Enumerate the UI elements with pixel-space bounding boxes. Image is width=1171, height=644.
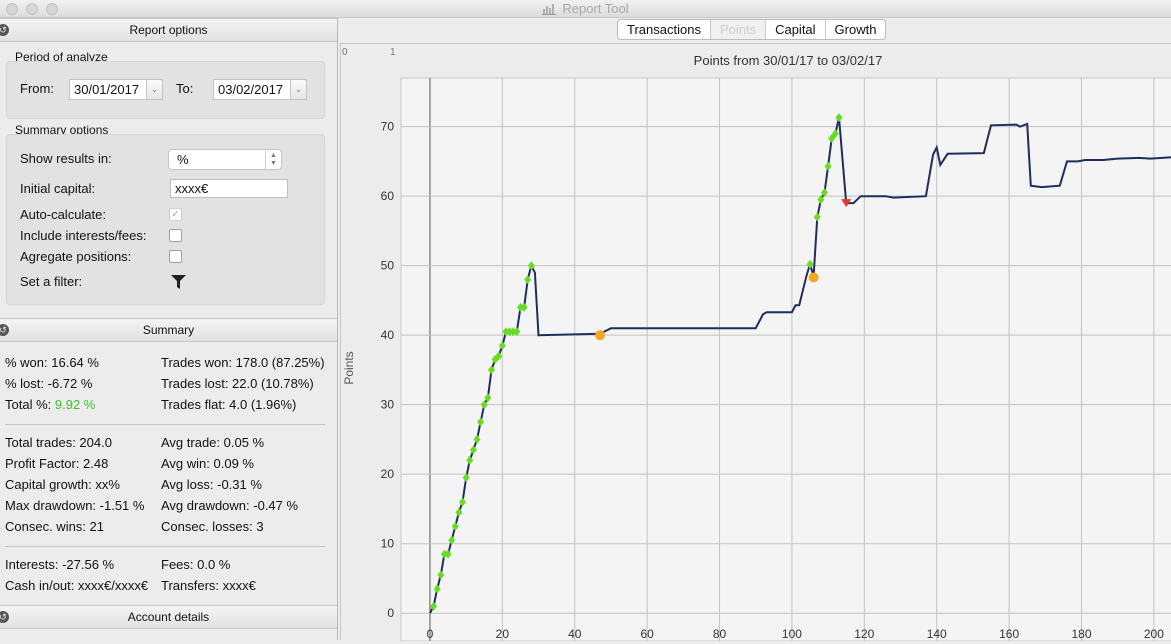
divider [5, 424, 325, 425]
cash-inout: Cash in/out: xxxx€/xxxx€ [5, 578, 149, 593]
x-tick-label: 80 [713, 627, 727, 641]
left-panel: ↺ Report options Period of analyze From:… [0, 18, 338, 640]
collapse-icon[interactable]: ↺ [0, 611, 9, 623]
from-date-dropdown-icon[interactable]: ⌄ [146, 79, 163, 100]
x-tick-label: 60 [640, 627, 654, 641]
from-date-value: 30/01/2017 [74, 82, 140, 97]
x-tick-label: 40 [568, 627, 582, 641]
aggregate-checkbox[interactable] [169, 250, 182, 263]
x-tick-label: 120 [854, 627, 874, 641]
y-tick-label: 60 [381, 189, 395, 203]
points-chart[interactable]: 0 1 Points from 30/01/17 to 03/02/17 Poi… [341, 44, 1171, 642]
plot-area: 0 10 20 30 40 50 60 70 0 20 40 60 80 100 120 140 160 180 2… [381, 77, 1171, 642]
capital-growth: Capital growth: xx% [5, 477, 120, 492]
tab-growth[interactable]: Growth [826, 20, 886, 39]
y-tick-label: 10 [381, 537, 395, 551]
total-pct-value: 9.92 % [54, 397, 96, 412]
interests: Interests: -27.56 % [5, 557, 115, 572]
trades-won: Trades won: 178.0 (87.25%) [161, 355, 325, 370]
x-tick-label: 140 [927, 627, 947, 641]
lost-pct: % lost: -6.72 % [5, 376, 93, 391]
fees: Fees: 0.0 % [161, 557, 231, 572]
from-date-field[interactable]: 30/01/2017 ⌄ [69, 79, 163, 100]
initial-capital-value: xxxx€ [175, 181, 209, 196]
tab-points[interactable]: Points [710, 20, 767, 39]
x-tick-label: 180 [1071, 627, 1091, 641]
tab-capital[interactable]: Capital [766, 20, 826, 39]
initial-capital-label: Initial capital: [20, 181, 96, 196]
y-tick-label: 50 [381, 259, 395, 273]
summary-header[interactable]: ↺ Summary [0, 318, 337, 342]
account-details-title: Account details [127, 610, 210, 624]
right-panel: Transactions Points Capital Growth 0 1 P… [338, 18, 1171, 642]
total-trades: Total trades: 204.0 [5, 435, 112, 450]
x-tick-label: 160 [999, 627, 1019, 641]
y-axis-label: Points [342, 351, 356, 384]
avg-loss: Avg loss: -0.31 % [161, 477, 262, 492]
filter-label: Set a filter: [20, 274, 83, 289]
title-bar: Report Tool [0, 0, 1171, 18]
y-tick-label: 70 [381, 120, 395, 134]
aggregate-label: Agregate positions: [20, 249, 132, 264]
neutral-marker [595, 330, 606, 341]
updown-icon[interactable]: ▲ ▼ [265, 150, 281, 169]
to-label: To: [176, 81, 194, 96]
chart-app-icon [542, 3, 557, 18]
report-options-header[interactable]: ↺ Report options [0, 18, 337, 42]
neutral-marker [808, 272, 819, 283]
account-details-header[interactable]: ↺ Account details [0, 605, 337, 629]
x-tick-label: 0 [427, 627, 434, 641]
view-tabs: Transactions Points Capital Growth [617, 19, 887, 40]
show-results-select[interactable]: % ▲ ▼ [168, 149, 282, 170]
report-options-title: Report options [129, 23, 208, 37]
to-date-dropdown-icon[interactable]: ⌄ [290, 79, 307, 100]
divider [5, 546, 325, 547]
window-title-area: Report Tool [0, 1, 1171, 18]
corner-label-right: 1 [390, 47, 396, 58]
chart-title: Points from 30/01/17 to 03/02/17 [694, 53, 883, 68]
collapse-icon[interactable]: ↺ [0, 324, 9, 336]
collapse-icon[interactable]: ↺ [0, 24, 9, 36]
window-title: Report Tool [562, 1, 629, 16]
auto-calculate-label: Auto-calculate: [20, 207, 106, 222]
consec-wins: Consec. wins: 21 [5, 519, 104, 534]
total-pct: Total %: 9.92 % [5, 397, 95, 412]
avg-win: Avg win: 0.09 % [161, 456, 254, 471]
show-results-value: % [177, 152, 189, 167]
plot-frame: 0 1 Points from 30/01/17 to 03/02/17 Poi… [340, 43, 1171, 642]
y-tick-label: 30 [381, 398, 395, 412]
avg-trade: Avg trade: 0.05 % [161, 435, 265, 450]
y-tick-label: 20 [381, 467, 395, 481]
plot-background [400, 77, 1171, 642]
auto-calculate-checkbox[interactable]: ✓ [169, 208, 182, 221]
period-group: From: 30/01/2017 ⌄ To: 03/02/2017 ⌄ [6, 61, 325, 119]
trades-lost: Trades lost: 22.0 (10.78%) [161, 376, 314, 391]
initial-capital-field[interactable]: xxxx€ [170, 179, 288, 198]
x-tick-label: 200 [1144, 627, 1164, 641]
include-interests-label: Include interests/fees: [20, 228, 147, 243]
trades-flat: Trades flat: 4.0 (1.96%) [161, 397, 297, 412]
consec-losses: Consec. losses: 3 [161, 519, 264, 534]
total-pct-label: Total %: [5, 397, 52, 412]
from-label: From: [20, 81, 54, 96]
summary-options-group: Show results in: % ▲ ▼ Initial capital: x… [6, 134, 325, 305]
profit-factor: Profit Factor: 2.48 [5, 456, 109, 471]
filter-icon[interactable] [171, 275, 186, 292]
max-drawdown: Max drawdown: -1.51 % [5, 498, 145, 513]
y-tick-label: 0 [387, 606, 394, 620]
corner-label-left: 0 [342, 47, 348, 58]
to-date-field[interactable]: 03/02/2017 ⌄ [213, 79, 307, 100]
won-pct: % won: 16.64 % [5, 355, 99, 370]
to-date-value: 03/02/2017 [218, 82, 284, 97]
summary-title: Summary [142, 323, 195, 337]
transfers: Transfers: xxxx€ [161, 578, 256, 593]
y-tick-label: 40 [381, 328, 395, 342]
include-interests-checkbox[interactable] [169, 229, 182, 242]
x-tick-label: 20 [496, 627, 510, 641]
show-results-label: Show results in: [20, 151, 112, 166]
x-tick-label: 100 [782, 627, 802, 641]
avg-drawdown: Avg drawdown: -0.47 % [161, 498, 299, 513]
tab-transactions[interactable]: Transactions [618, 20, 711, 39]
